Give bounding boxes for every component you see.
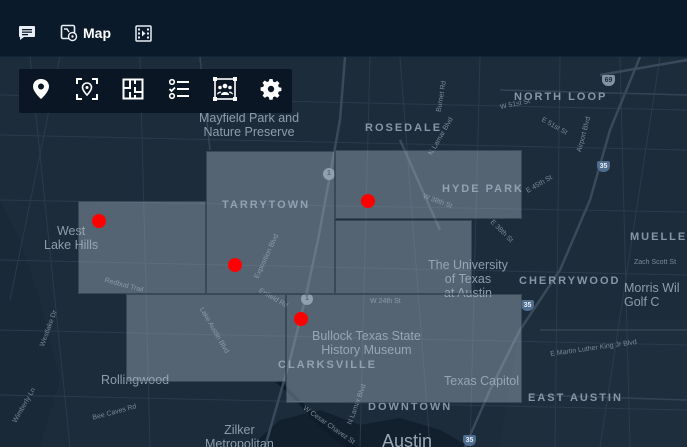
video-timeline-icon xyxy=(135,24,152,42)
floor-plan-button[interactable] xyxy=(119,77,147,105)
map-view[interactable]: NORTH LOOP ROSEDALE HYDE PARK TARRYTOWN … xyxy=(0,57,687,447)
chat-icon xyxy=(18,25,36,41)
place-label-zilker: Zilker Metropolitan xyxy=(205,423,274,447)
checklist-icon xyxy=(168,78,190,105)
add-location-button[interactable] xyxy=(27,77,55,105)
map-region-downtown[interactable] xyxy=(286,294,522,403)
map-tab-label: Map xyxy=(83,25,111,41)
group-frame-button[interactable] xyxy=(211,76,239,106)
route-shield-i35-north: 35 xyxy=(597,161,610,172)
area-label-rosedale: ROSEDALE xyxy=(365,122,443,134)
video-timeline-button[interactable] xyxy=(135,20,152,46)
route-shield-69: 69 xyxy=(602,75,615,86)
area-label-cherrywood: CHERRYWOOD xyxy=(519,275,621,287)
floor-plan-icon xyxy=(122,78,144,105)
route-shield-i35-south: 35 xyxy=(463,435,476,446)
area-label-east-austin: EAST AUSTIN xyxy=(528,392,623,404)
map-marker[interactable] xyxy=(92,214,106,228)
street-label-zach-scott: Zach Scott St xyxy=(634,259,677,266)
route-shield-i35-mid: 35 xyxy=(521,300,534,311)
map-tab[interactable]: Map xyxy=(60,20,111,46)
map-region-hyde-park[interactable] xyxy=(335,150,522,219)
settings-button[interactable] xyxy=(257,77,285,105)
chat-button[interactable] xyxy=(18,20,36,46)
map-settings-icon xyxy=(60,24,78,42)
map-toolbar xyxy=(19,69,292,113)
map-region-rollingwood[interactable] xyxy=(126,294,286,382)
group-frame-icon xyxy=(213,76,237,106)
checklist-button[interactable] xyxy=(165,77,193,105)
pin-in-frame-icon xyxy=(76,77,98,105)
map-marker[interactable] xyxy=(294,312,308,326)
pin-in-frame-button[interactable] xyxy=(73,77,101,105)
map-region-tarrytown[interactable] xyxy=(206,151,335,294)
place-label-austin: Austin xyxy=(382,431,433,447)
area-label-mueller: MUELLE xyxy=(630,231,687,243)
top-bar: Map xyxy=(0,0,687,57)
map-region-university[interactable] xyxy=(335,220,472,294)
map-marker[interactable] xyxy=(228,258,242,272)
place-label-mayfield: Mayfield Park and Nature Preserve xyxy=(199,111,300,139)
location-pin-icon xyxy=(31,78,51,105)
place-label-morris-williams: Morris Wil Golf C xyxy=(624,281,680,309)
gear-icon xyxy=(260,78,282,105)
map-marker[interactable] xyxy=(361,194,375,208)
